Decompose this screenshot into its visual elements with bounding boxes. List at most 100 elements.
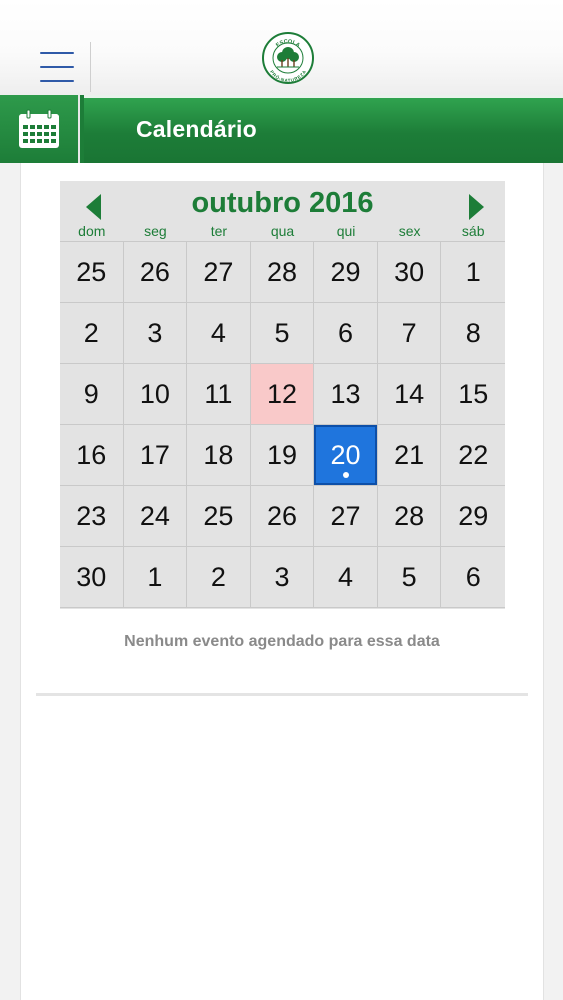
day-number: 2	[210, 561, 226, 592]
day-cell[interactable]: 27	[314, 486, 378, 547]
day-cell[interactable]: 25	[187, 486, 251, 547]
weekday-label: dom	[78, 223, 106, 239]
day-cell[interactable]: 30	[60, 547, 124, 608]
day-number: 27	[203, 256, 234, 287]
day-number: 1	[147, 561, 163, 592]
section-header: Calendário	[0, 95, 563, 163]
day-cell[interactable]: 16	[60, 425, 124, 486]
day-number: 22	[458, 439, 489, 470]
day-number: 26	[139, 256, 170, 287]
day-cell[interactable]: 30	[377, 242, 442, 303]
day-number: 3	[274, 561, 290, 592]
day-cell[interactable]: 27	[187, 242, 251, 303]
day-number: 13	[330, 378, 361, 409]
calendar-icon-button[interactable]	[0, 95, 80, 163]
day-cell[interactable]: 24	[123, 486, 188, 547]
day-number: 1	[465, 256, 481, 287]
day-number: 28	[394, 500, 425, 531]
day-cell[interactable]: 28	[250, 242, 315, 303]
top-bar: ESCOLA PRÓ-NATUREZA	[0, 0, 563, 95]
day-cell[interactable]: 18	[187, 425, 251, 486]
day-number: 30	[76, 561, 107, 592]
day-number: 5	[274, 317, 290, 348]
next-month-arrow-icon[interactable]	[469, 194, 484, 220]
day-number: 28	[266, 256, 298, 287]
day-cell[interactable]: 15	[441, 364, 505, 425]
day-cell[interactable]: 8	[441, 303, 505, 364]
weekday-row: dom seg ter qua qui sex sáb	[60, 223, 505, 241]
day-cell[interactable]: 1	[123, 547, 188, 608]
day-cell[interactable]: 1	[441, 242, 505, 303]
day-cell[interactable]: 10	[123, 364, 188, 425]
day-cell[interactable]: 2	[187, 547, 251, 608]
calendar-header: outubro 2016 dom seg ter qua qui sex sáb	[60, 181, 505, 241]
day-number: 3	[147, 317, 163, 348]
day-cell[interactable]: 17	[123, 425, 188, 486]
day-number: 23	[76, 500, 107, 531]
weekday-label: seg	[144, 223, 167, 239]
day-cell[interactable]: 3	[250, 547, 315, 608]
day-cell[interactable]: 13	[314, 364, 378, 425]
calendar-icon	[19, 109, 59, 148]
day-number: 16	[76, 439, 107, 470]
day-cell[interactable]: 28	[377, 486, 442, 547]
weekday-label: sáb	[461, 223, 485, 239]
day-number: 2	[83, 317, 99, 348]
day-cell[interactable]: 21	[377, 425, 442, 486]
day-number: 4	[338, 561, 354, 592]
menu-divider	[90, 42, 91, 92]
day-number: 9	[83, 378, 99, 409]
day-cell[interactable]: 5	[250, 303, 315, 364]
day-number: 25	[203, 500, 234, 531]
day-cell[interactable]: 29	[314, 242, 378, 303]
day-cell[interactable]: 4	[314, 547, 378, 608]
event-dot-icon	[342, 472, 349, 478]
page-title: Calendário	[136, 116, 257, 142]
day-number: 27	[330, 500, 361, 531]
day-cell-selected[interactable]: 20	[314, 425, 378, 486]
day-number: 29	[458, 500, 489, 531]
day-cell[interactable]: 26	[250, 486, 315, 547]
day-cell[interactable]: 3	[123, 303, 188, 364]
section-divider	[36, 693, 528, 696]
day-cell[interactable]: 6	[441, 547, 505, 608]
weekday-label: ter	[210, 223, 228, 239]
day-number: 18	[203, 439, 234, 470]
day-cell[interactable]: 5	[377, 547, 442, 608]
day-number: 12	[266, 378, 298, 409]
day-number: 6	[465, 561, 481, 592]
day-cell[interactable]: 2	[60, 303, 124, 364]
day-number: 4	[210, 317, 226, 348]
day-number: 24	[139, 500, 170, 531]
day-cell[interactable]: 7	[377, 303, 442, 364]
day-cell[interactable]: 4	[187, 303, 251, 364]
weekday-label: sex	[398, 223, 421, 239]
day-grid: 25 26 27 28 29 30 1 2 3 4 5 6 7 8 9 10 11 12 13 14 15 16 17 18 1…	[60, 241, 505, 608]
month-label: outubro 2016	[191, 187, 374, 219]
day-cell[interactable]: 9	[60, 364, 124, 425]
day-cell[interactable]: 19	[250, 425, 315, 486]
day-cell[interactable]: 25	[60, 242, 124, 303]
content-card: outubro 2016 dom seg ter qua qui sex sáb 25 26 2…	[20, 163, 544, 1000]
day-number: 26	[266, 500, 298, 531]
day-number: 19	[266, 439, 298, 470]
day-cell[interactable]: 11	[187, 364, 251, 425]
day-cell-today[interactable]: 12	[250, 364, 315, 425]
no-events-message: Nenhum evento agendado para essa data	[124, 633, 440, 650]
day-number: 14	[394, 378, 425, 409]
month-calendar: outubro 2016 dom seg ter qua qui sex sáb 25 26 2…	[60, 181, 505, 609]
day-number: 25	[76, 256, 107, 287]
day-cell[interactable]: 29	[441, 486, 505, 547]
day-number: 5	[401, 561, 417, 592]
day-number: 30	[394, 256, 425, 287]
day-cell[interactable]: 26	[123, 242, 188, 303]
weekday-label: qua	[270, 223, 295, 239]
day-number: 20	[330, 439, 361, 470]
hamburger-menu-icon[interactable]	[20, 38, 90, 92]
day-cell[interactable]: 22	[441, 425, 505, 486]
day-number: 6	[338, 317, 354, 348]
day-cell[interactable]: 23	[60, 486, 124, 547]
day-cell[interactable]: 6	[314, 303, 378, 364]
weekday-label: qui	[336, 223, 356, 239]
day-cell[interactable]: 14	[377, 364, 442, 425]
